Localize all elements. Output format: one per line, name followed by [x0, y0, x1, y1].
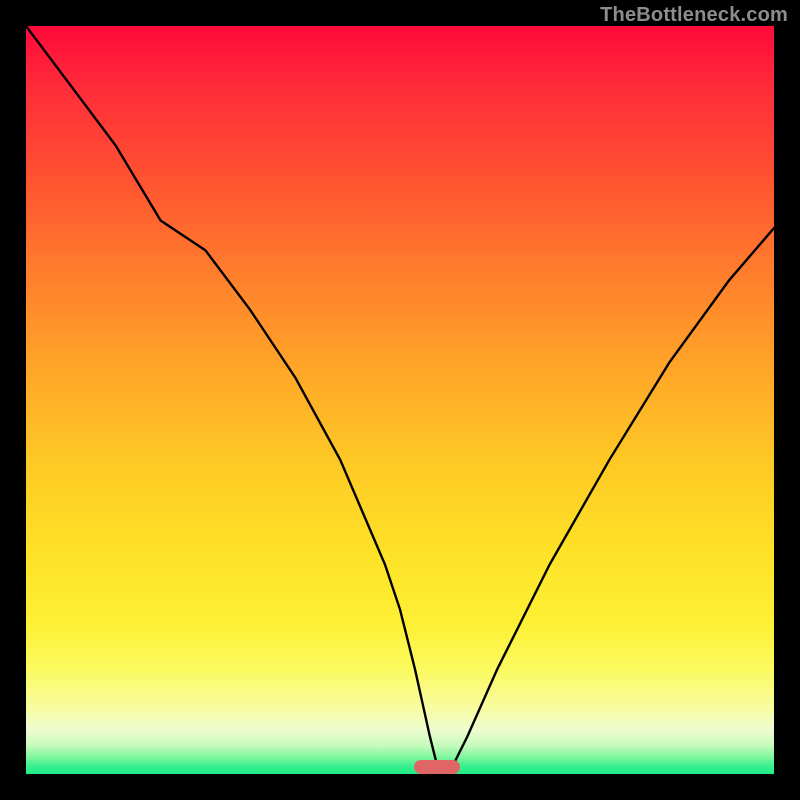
watermark-label: TheBottleneck.com [600, 4, 788, 27]
chart-frame: TheBottleneck.com [0, 0, 800, 800]
plot-area [26, 26, 774, 774]
optimal-point-marker [414, 760, 460, 774]
bottleneck-curve [26, 26, 774, 774]
